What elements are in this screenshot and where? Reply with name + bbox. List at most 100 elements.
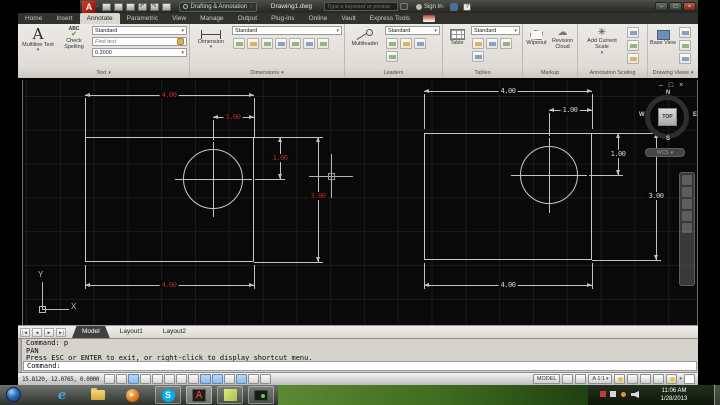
tables-panel-label[interactable]: Tables — [443, 68, 522, 78]
transparency-toggle[interactable] — [236, 374, 247, 384]
isolate-objects-icon[interactable] — [666, 374, 677, 384]
tab-parametric[interactable]: Parametric — [120, 13, 165, 24]
tab-plugins[interactable]: Plug-ins — [264, 13, 301, 24]
dim-continue-icon[interactable] — [247, 38, 259, 49]
dim-jog-line-icon[interactable] — [317, 38, 329, 49]
dim-update-icon[interactable] — [303, 38, 315, 49]
annotation-scaling-panel-label[interactable]: Annotation Scaling — [578, 68, 647, 78]
tab-express-tools[interactable]: Express Tools — [363, 13, 417, 24]
help-icon[interactable]: ? — [463, 3, 471, 11]
model-space-canvas[interactable]: 4.00 1.00 1.00 3.00 4.00 4.00 1.00 1.00 … — [22, 80, 698, 325]
tab-layout1[interactable]: Layout1 — [110, 326, 153, 338]
undo-icon[interactable]: ↶ — [138, 3, 147, 11]
text-panel-label[interactable]: Text▾ — [18, 68, 189, 78]
3d-object-snap-toggle[interactable] — [176, 374, 187, 384]
leader-collect-icon[interactable] — [386, 51, 398, 62]
quick-properties-toggle[interactable] — [248, 374, 259, 384]
infocenter-search[interactable] — [324, 2, 398, 11]
add-delete-scales-icon[interactable] — [627, 40, 639, 51]
sticky-notes-button[interactable] — [217, 386, 243, 404]
right-dim-depth[interactable]: 1.00 — [609, 150, 628, 158]
sign-in-button[interactable]: Sign In — [424, 4, 443, 10]
text-style-dropdown[interactable]: Standard ▾ — [92, 26, 187, 35]
media-player-icon[interactable]: ▶ — [124, 388, 140, 402]
tab-vault[interactable]: Vault — [334, 13, 362, 24]
dimensions-panel-label[interactable]: Dimensions▾ — [190, 68, 344, 78]
multiline-text-button[interactable]: A Multiline Text ▾ — [20, 26, 56, 68]
ortho-mode-toggle[interactable] — [140, 374, 151, 384]
selection-cycling-toggle[interactable] — [260, 374, 271, 384]
left-dim-depth[interactable]: 1.00 — [271, 154, 290, 162]
wcs-dropdown[interactable]: WCS▾ — [645, 148, 685, 157]
leaders-panel-label[interactable]: Leaders — [345, 68, 442, 78]
link-data-icon[interactable] — [486, 38, 498, 49]
status-menu-caret-icon[interactable]: ▾ — [679, 376, 682, 382]
download-from-source-icon[interactable] — [500, 38, 512, 49]
exchange-apps-icon[interactable] — [450, 3, 458, 11]
lineweight-toggle[interactable] — [224, 374, 235, 384]
annotation-visibility-icon[interactable] — [627, 27, 639, 38]
dim-adjust-space-icon[interactable] — [275, 38, 287, 49]
section-view-icon[interactable] — [679, 40, 691, 51]
prev-layout-button[interactable]: ◄ — [32, 328, 42, 337]
internet-explorer-icon[interactable]: e — [54, 388, 70, 402]
dim-style-dropdown[interactable]: Standard ▾ — [232, 26, 342, 35]
update-icon[interactable] — [621, 392, 626, 397]
left-dim-height[interactable]: 3.00 — [309, 192, 328, 200]
command-input[interactable]: Command: — [23, 361, 697, 371]
autocad-button[interactable]: A — [186, 386, 212, 404]
drawing-close-button[interactable]: × — [679, 82, 683, 89]
dynamic-ucs-toggle[interactable] — [200, 374, 211, 384]
polar-tracking-toggle[interactable] — [152, 374, 163, 384]
new-file-icon[interactable] — [102, 3, 111, 11]
table-style-dropdown[interactable]: Standard ▾ — [471, 26, 520, 35]
orbit-icon[interactable] — [682, 211, 692, 221]
leader-align-icon[interactable] — [414, 38, 426, 49]
action-center-icon[interactable] — [600, 391, 606, 397]
ribbon-display-options-icon[interactable] — [423, 15, 435, 22]
mleader-style-dropdown[interactable]: Standard ▾ — [385, 26, 440, 35]
next-layout-button[interactable]: ► — [44, 328, 54, 337]
clean-screen-button[interactable] — [684, 374, 695, 384]
left-dim-offset[interactable]: 1.00 — [224, 113, 243, 121]
viewcube-top-face[interactable]: TOP — [658, 108, 677, 126]
lock-ui-icon[interactable] — [653, 374, 664, 384]
leader-add-icon[interactable] — [386, 38, 398, 49]
dim-baseline-icon[interactable] — [261, 38, 273, 49]
right-dim-bottom[interactable]: 4.00 — [499, 281, 518, 289]
installer-icon[interactable] — [610, 391, 616, 397]
tab-online[interactable]: Online — [302, 13, 335, 24]
screen-recorder-button[interactable] — [248, 386, 274, 404]
viewcube-east[interactable]: E — [693, 112, 697, 118]
object-snap-tracking-toggle[interactable] — [188, 374, 199, 384]
left-dim-bottom[interactable]: 4.00 — [160, 281, 179, 289]
sync-scale-positions-icon[interactable] — [627, 53, 639, 64]
quick-view-layouts-icon[interactable] — [562, 374, 573, 384]
plot-icon[interactable] — [162, 3, 171, 11]
right-dim-height[interactable]: 3.00 — [647, 192, 666, 200]
wipeout-button[interactable]: Wipeout — [525, 26, 548, 68]
infer-constraints-toggle[interactable] — [104, 374, 115, 384]
clock[interactable]: 11:06 AM 1/28/2013 — [648, 387, 700, 403]
save-icon[interactable] — [126, 3, 135, 11]
grid-display-toggle[interactable] — [128, 374, 139, 384]
left-dim-top[interactable]: 4.00 — [160, 91, 179, 99]
workspace-switcher[interactable]: Drafting & Annotation ▾ — [179, 2, 257, 12]
extract-data-icon[interactable] — [472, 38, 484, 49]
dim-break-icon[interactable] — [289, 38, 301, 49]
find-text-input[interactable] — [95, 39, 175, 45]
tab-output[interactable]: Output — [231, 13, 265, 24]
annotation-visibility-button[interactable] — [614, 374, 625, 384]
file-explorer-icon[interactable] — [90, 388, 106, 402]
redo-icon[interactable]: ↷ — [150, 3, 159, 11]
tab-layout2[interactable]: Layout2 — [153, 326, 196, 338]
tab-manage[interactable]: Manage — [193, 13, 231, 24]
viewcube-west[interactable]: W — [639, 112, 645, 118]
tab-model[interactable]: Model — [72, 326, 110, 338]
start-button[interactable] — [6, 387, 21, 402]
tab-home[interactable]: Home — [18, 13, 49, 24]
text-height-dropdown[interactable]: 0.2000 ▾ — [92, 48, 187, 57]
restore-button[interactable]: □ — [669, 2, 682, 11]
skype-button[interactable]: S — [155, 386, 181, 404]
zoom-icon[interactable] — [682, 199, 692, 209]
